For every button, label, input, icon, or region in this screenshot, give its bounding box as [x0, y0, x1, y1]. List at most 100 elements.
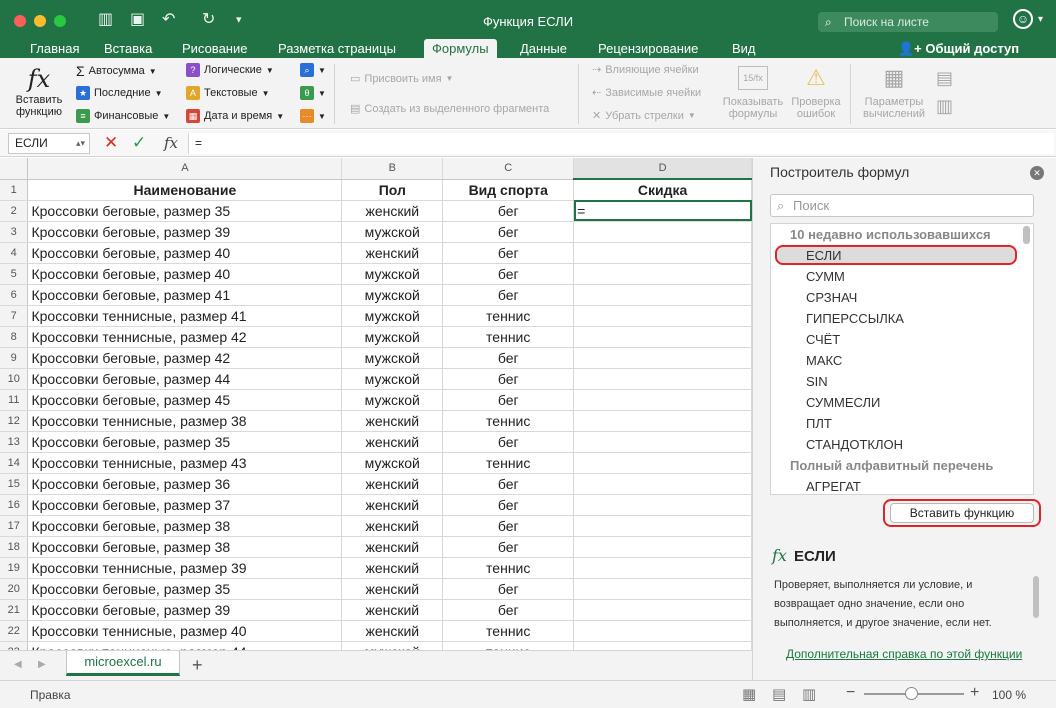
assign-name-button[interactable]: ▭ Присвоить имя ▼: [350, 72, 453, 86]
cell-gender[interactable]: женский: [341, 494, 444, 516]
row-header[interactable]: 17: [0, 515, 29, 537]
scroll-left-icon[interactable]: ◀: [14, 659, 22, 670]
insert-function-panel-button[interactable]: Вставить функцию: [890, 503, 1034, 523]
cell-gender[interactable]: мужской: [341, 641, 444, 650]
cell-name[interactable]: Кроссовки теннисные, размер 43: [27, 452, 343, 474]
row-header[interactable]: 10: [0, 368, 29, 390]
cell-header-gender[interactable]: Пол: [341, 179, 444, 201]
math-functions-button[interactable]: θ ▼: [300, 86, 326, 100]
page-layout-view-icon[interactable]: ▤: [772, 685, 786, 703]
formula-input[interactable]: =: [188, 133, 1054, 154]
function-item[interactable]: СЧЁТ: [806, 332, 840, 347]
cell-gender[interactable]: мужской: [341, 389, 444, 411]
cell-discount[interactable]: [573, 221, 752, 243]
cell-name[interactable]: Кроссовки теннисные, размер 38: [27, 410, 343, 432]
row-header[interactable]: 5: [0, 263, 29, 285]
name-box[interactable]: ЕСЛИ ▴▾: [8, 133, 90, 154]
tab-page-layout[interactable]: Разметка страницы: [270, 39, 404, 58]
cell-name[interactable]: Кроссовки беговые, размер 38: [27, 536, 343, 558]
description-scrollbar-thumb[interactable]: [1033, 576, 1039, 618]
account-icon[interactable]: ☺: [1013, 9, 1033, 29]
cell-gender[interactable]: женский: [341, 599, 444, 621]
row-header[interactable]: 7: [0, 305, 29, 327]
cell-gender[interactable]: женский: [341, 536, 444, 558]
function-help-link[interactable]: Дополнительная справка по этой функции: [786, 647, 1022, 661]
row-header[interactable]: 8: [0, 326, 29, 348]
cell-name[interactable]: Кроссовки беговые, размер 41: [27, 284, 343, 306]
more-functions-button[interactable]: ··· ▼: [300, 109, 326, 123]
cell-discount[interactable]: [573, 515, 752, 537]
cell-gender[interactable]: женский: [341, 557, 444, 579]
function-item[interactable]: СУММ: [806, 269, 845, 284]
recent-functions-button[interactable]: ★ Последние ▼: [76, 86, 163, 100]
row-header[interactable]: 13: [0, 431, 29, 453]
cell-name[interactable]: Кроссовки беговые, размер 35: [27, 200, 343, 222]
cell-sport[interactable]: бег: [442, 284, 575, 306]
cell-discount[interactable]: [573, 473, 752, 495]
cell-gender[interactable]: мужской: [341, 368, 444, 390]
active-cell[interactable]: =: [573, 200, 752, 222]
cell-sport[interactable]: теннис: [442, 326, 575, 348]
function-item[interactable]: СРЗНАЧ: [806, 290, 857, 305]
cell-discount[interactable]: [573, 305, 752, 327]
row-header[interactable]: 9: [0, 347, 29, 369]
cell-discount[interactable]: [573, 389, 752, 411]
cell-gender[interactable]: женский: [341, 515, 444, 537]
row-header[interactable]: 14: [0, 452, 29, 474]
cell-discount[interactable]: [573, 557, 752, 579]
cell-sport[interactable]: бег: [442, 263, 575, 285]
function-item-aggregate[interactable]: АГРЕГАТ: [806, 479, 861, 494]
row-header[interactable]: 3: [0, 221, 29, 243]
cell-discount[interactable]: [573, 410, 752, 432]
row-header[interactable]: 23: [0, 641, 29, 650]
zoom-in-icon[interactable]: +: [970, 684, 979, 702]
row-header[interactable]: 21: [0, 599, 29, 621]
spreadsheet-grid[interactable]: A B C D 1 Наименование Пол Вид спорта Ск…: [0, 158, 752, 650]
cell-discount[interactable]: [573, 326, 752, 348]
tab-view[interactable]: Вид: [724, 39, 764, 58]
function-item[interactable]: SIN: [806, 374, 828, 389]
datetime-functions-button[interactable]: ▦ Дата и время ▼: [186, 109, 284, 123]
normal-view-icon[interactable]: ▦: [742, 685, 756, 703]
text-functions-button[interactable]: A Текстовые ▼: [186, 86, 269, 100]
cell-sport[interactable]: бег: [442, 473, 575, 495]
tab-draw[interactable]: Рисование: [174, 39, 255, 58]
tab-formulas[interactable]: Формулы: [424, 39, 497, 58]
cell-sport[interactable]: теннис: [442, 557, 575, 579]
zoom-slider-thumb[interactable]: [905, 687, 918, 700]
function-item[interactable]: ГИПЕРССЫЛКА: [806, 311, 904, 326]
tab-home[interactable]: Главная: [22, 39, 87, 58]
cell-sport[interactable]: бег: [442, 599, 575, 621]
sheet-search-input[interactable]: ⌕ Поиск на листе: [818, 12, 998, 32]
cell-sport[interactable]: теннис: [442, 620, 575, 642]
cell-sport[interactable]: бег: [442, 536, 575, 558]
calculate-sheet-icon[interactable]: ▥: [936, 96, 953, 117]
cell-sport[interactable]: бег: [442, 200, 575, 222]
cell-sport[interactable]: бег: [442, 494, 575, 516]
insert-function-fx-icon[interactable]: fx: [164, 134, 178, 152]
cell-sport[interactable]: бег: [442, 431, 575, 453]
cell-name[interactable]: Кроссовки беговые, размер 40: [27, 242, 343, 264]
cell-name[interactable]: Кроссовки теннисные, размер 40: [27, 620, 343, 642]
cell-discount[interactable]: [573, 599, 752, 621]
cell-discount[interactable]: [573, 242, 752, 264]
cell-gender[interactable]: мужской: [341, 452, 444, 474]
cell-header-name[interactable]: Наименование: [27, 179, 343, 201]
cell-gender[interactable]: мужской: [341, 221, 444, 243]
function-item[interactable]: СУММЕСЛИ: [806, 395, 880, 410]
cell-header-sport[interactable]: Вид спорта: [442, 179, 575, 201]
cell-name[interactable]: Кроссовки беговые, размер 35: [27, 578, 343, 600]
cell-gender[interactable]: женский: [341, 410, 444, 432]
function-item[interactable]: ЕСЛИ: [806, 248, 842, 263]
zoom-out-icon[interactable]: −: [846, 684, 855, 702]
account-menu-icon[interactable]: ▾: [1038, 14, 1043, 25]
cell-name[interactable]: Кроссовки беговые, размер 36: [27, 473, 343, 495]
cell-sport[interactable]: бег: [442, 347, 575, 369]
list-scrollbar-thumb[interactable]: [1023, 226, 1030, 244]
remove-arrows-button[interactable]: ✕ Убрать стрелки ▼: [592, 109, 696, 123]
cell-header-discount[interactable]: Скидка: [573, 179, 752, 201]
trace-precedents-button[interactable]: ⇢ Влияющие ячейки: [592, 63, 699, 77]
cell-gender[interactable]: женский: [341, 473, 444, 495]
logical-functions-button[interactable]: ? Логические ▼: [186, 63, 274, 77]
cell-gender[interactable]: женский: [341, 431, 444, 453]
